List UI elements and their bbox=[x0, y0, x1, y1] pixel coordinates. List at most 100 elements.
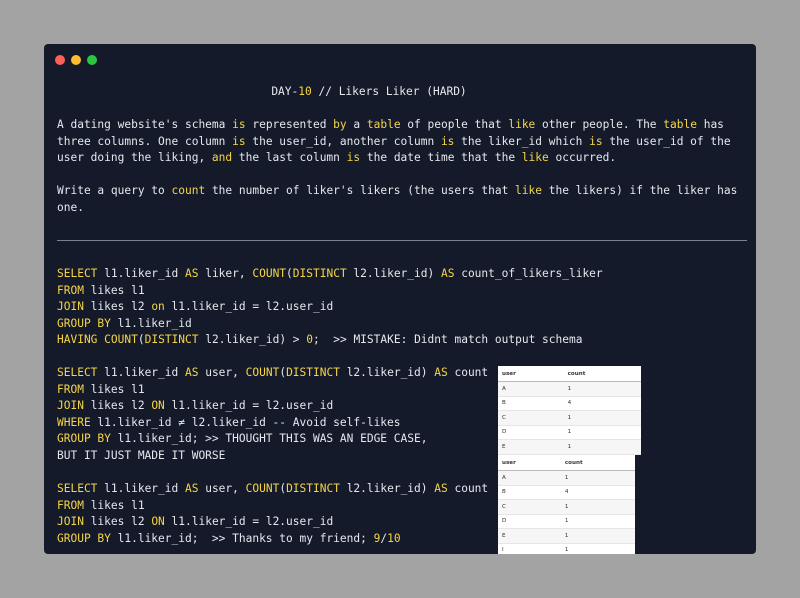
text-run: count bbox=[447, 366, 489, 379]
text-run: l1.liker_id ≠ l2.liker_id -- Avoid self-… bbox=[90, 415, 401, 429]
table-row: D1 bbox=[498, 425, 641, 440]
table-cell: C bbox=[498, 410, 564, 426]
keyword: on bbox=[151, 300, 165, 314]
text-run: l1.liker_id = l2.user_id bbox=[164, 399, 334, 413]
table-row: I1 bbox=[498, 543, 635, 554]
keyword: and bbox=[211, 151, 233, 165]
code-line: FROM likes l1 bbox=[57, 283, 603, 300]
code-line: GROUP BY l1.liker_id; >> Thanks to my fr… bbox=[57, 531, 488, 548]
keyword: like bbox=[508, 118, 536, 131]
table-row: A1 bbox=[498, 470, 635, 486]
keyword: COUNT bbox=[104, 333, 138, 347]
text-run: likes l2 bbox=[83, 300, 152, 314]
text-run: of people that bbox=[400, 118, 509, 131]
text-run: count bbox=[447, 482, 489, 495]
text-run: likes l1 bbox=[83, 382, 145, 396]
keyword: WHERE bbox=[57, 415, 91, 429]
table-cell: 1 bbox=[560, 543, 635, 554]
title-prefix: DAY- bbox=[271, 85, 299, 98]
text-run: count_of_likers_liker bbox=[454, 267, 603, 280]
table-cell: 4 bbox=[560, 485, 635, 500]
page-title: DAY-10 // Likers Liker (HARD) bbox=[57, 84, 681, 101]
code-line: SELECT l1.liker_id AS user, COUNT(DISTIN… bbox=[57, 481, 488, 498]
text-run: likes l1 bbox=[83, 498, 145, 512]
keyword: table bbox=[366, 118, 401, 131]
text-run: user, bbox=[198, 366, 246, 379]
keyword: like bbox=[521, 151, 549, 165]
table-row: C1 bbox=[498, 410, 641, 426]
text-run: a bbox=[346, 118, 367, 131]
result-table-2: user count A 1 B 4 C 1 D 1 E 1 I 1 bbox=[498, 455, 635, 554]
text-run: ; >> MISTAKE: Didnt match output schema bbox=[313, 333, 583, 347]
keyword: SELECT bbox=[57, 366, 98, 379]
column-header: count bbox=[560, 455, 635, 471]
table-cell: D bbox=[498, 425, 564, 440]
code-line: GROUP BY l1.liker_id; >> THOUGHT THIS WA… bbox=[57, 431, 488, 448]
table-cell: 1 bbox=[563, 410, 641, 426]
keyword: JOIN bbox=[57, 399, 84, 413]
text-run: likes l2 bbox=[83, 399, 152, 413]
zoom-dot[interactable] bbox=[87, 55, 97, 65]
close-dot[interactable] bbox=[55, 55, 65, 65]
code-line: BUT IT JUST MADE IT WORSE bbox=[57, 448, 488, 465]
text-run: the user_id, another column bbox=[245, 134, 441, 148]
query-block-1: SELECT l1.liker_id AS liker, COUNT(DISTI… bbox=[57, 266, 603, 349]
text-run: other people. The bbox=[535, 118, 664, 131]
table-cell: D bbox=[498, 514, 561, 529]
keyword: DISTINCT bbox=[286, 366, 340, 379]
keyword: AS bbox=[184, 366, 199, 379]
keyword: AS bbox=[434, 482, 448, 495]
text-run: l1.liker_id bbox=[97, 482, 185, 495]
minimize-dot[interactable] bbox=[71, 55, 81, 65]
keyword: HAVING bbox=[57, 333, 98, 347]
text-run: ( bbox=[137, 333, 145, 347]
text-run: likes l1 bbox=[83, 283, 145, 297]
text-run: occurred. bbox=[548, 151, 617, 165]
code-line: SELECT l1.liker_id AS user, COUNT(DISTIN… bbox=[57, 365, 488, 382]
text-run: l1.liker_id = l2.user_id bbox=[164, 300, 334, 314]
title-rest: // Likers Liker (HARD) bbox=[311, 85, 467, 98]
text-run: the last column bbox=[232, 151, 347, 165]
table-row: D1 bbox=[498, 514, 635, 529]
keyword: ON bbox=[151, 515, 165, 529]
table-row: B4 bbox=[498, 485, 635, 500]
text-run: l2.liker_id) bbox=[339, 482, 435, 495]
text-run: l1.liker_id bbox=[97, 366, 185, 379]
keyword: AS bbox=[184, 267, 199, 280]
table-cell: 1 bbox=[563, 439, 641, 455]
keyword: GROUP BY bbox=[57, 531, 111, 545]
table-row: B4 bbox=[498, 396, 641, 411]
table-cell: C bbox=[498, 499, 561, 515]
keyword: COUNT bbox=[252, 267, 287, 280]
table-cell: 1 bbox=[560, 470, 635, 486]
code-line: WHERE l1.liker_id ≠ l2.liker_id -- Avoid… bbox=[57, 415, 488, 432]
keyword: SELECT bbox=[57, 267, 98, 280]
code-line: FROM likes l1 bbox=[57, 382, 488, 399]
keyword: FROM bbox=[57, 382, 84, 396]
keyword: FROM bbox=[57, 498, 84, 512]
text-run: the date time that the bbox=[360, 151, 522, 165]
text-run: A dating website's schema bbox=[57, 118, 233, 131]
problem-description: A dating website's schema is represented… bbox=[57, 117, 747, 167]
query-block-2: SELECT l1.liker_id AS user, COUNT(DISTIN… bbox=[57, 365, 488, 465]
keyword: JOIN bbox=[57, 515, 84, 529]
table-cell: 1 bbox=[560, 528, 635, 544]
code-line: FROM likes l1 bbox=[57, 498, 488, 515]
keyword: GROUP BY bbox=[57, 316, 111, 330]
query-block-3: SELECT l1.liker_id AS user, COUNT(DISTIN… bbox=[57, 481, 488, 547]
text-run: likes l2 bbox=[83, 515, 152, 529]
text-run: Write a query to bbox=[57, 184, 172, 197]
keyword: is bbox=[346, 151, 361, 165]
column-header: user bbox=[498, 366, 564, 382]
table-cell: E bbox=[498, 528, 561, 544]
keyword: 10 bbox=[387, 531, 401, 545]
text-run: represented bbox=[245, 118, 334, 131]
code-line: GROUP BY l1.liker_id bbox=[57, 316, 603, 333]
keyword: AS bbox=[184, 482, 199, 495]
column-header: user bbox=[498, 455, 561, 471]
task-description: Write a query to count the number of lik… bbox=[57, 183, 747, 216]
keyword: is bbox=[440, 134, 455, 148]
text-run: user, bbox=[198, 482, 246, 495]
result-table-1: user count A 1 B 4 C 1 D 1 E 1 bbox=[498, 366, 641, 455]
keyword: GROUP BY bbox=[57, 432, 111, 446]
